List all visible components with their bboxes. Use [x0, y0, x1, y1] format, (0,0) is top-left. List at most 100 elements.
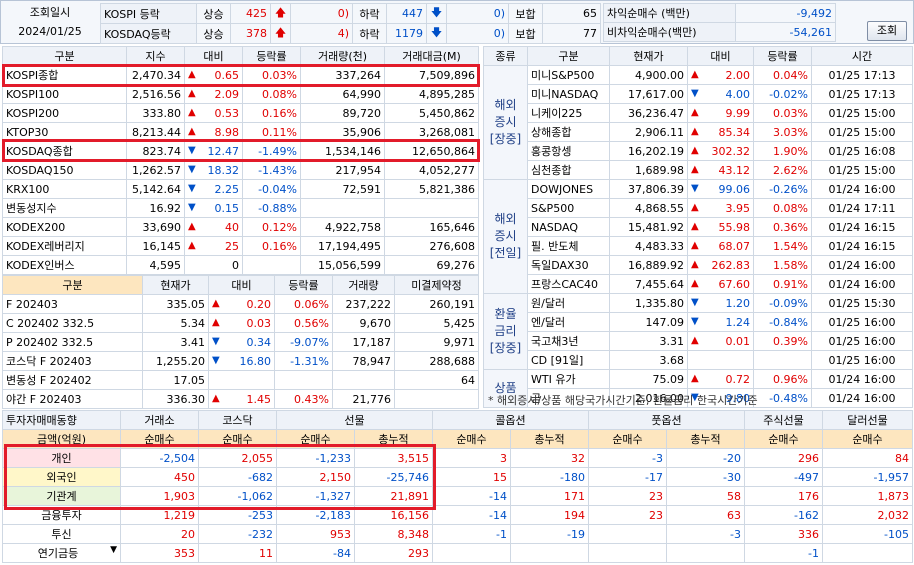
up-triangle-icon: ▲ — [691, 201, 699, 213]
down-label: 하락 — [352, 23, 387, 44]
overseas-row[interactable]: 해외 증시 [전일] DOWJONES 37,806.39 ▼ 99.06 -0.26% 01/… — [483, 179, 913, 294]
overseas-market-table: 종류 구분 현재가 대비 등락률 시간 해외 증시 [장중] 미니S&P500 4,900.00 ▲… — [483, 46, 913, 408]
up-triangle-icon: ▲ — [691, 334, 699, 346]
investor-row[interactable]: 금융투자 1,219 -253 -2,183 16,156 -14 194 23 63 -162 2… — [2, 505, 913, 525]
futures-change: ▲ 0.20 — [208, 294, 275, 314]
overseas-change: ▲ 68.07 — [687, 236, 754, 256]
overseas-pct: 1.58% — [753, 255, 812, 275]
overseas-value: 36,236.47 — [609, 103, 688, 123]
overseas-row[interactable]: 니케이225 36,236.47 ▲ 9.99 0.03% 01/25 15:00 — [484, 103, 913, 123]
index-header-cell: 지수 — [126, 46, 185, 66]
up-triangle-icon: ▲ — [691, 277, 699, 289]
futures-row[interactable]: 야간 F 202403 336.30 ▲ 1.45 0.43% 21,776 — [2, 389, 479, 409]
index-name: KOSPI종합 — [2, 65, 127, 85]
index-change: ▼ 18.32 — [184, 160, 243, 180]
investor-row[interactable]: 투신 20 -232 953 8,348 -1 -19 -3 336 -105 — [2, 524, 913, 544]
overseas-name: 필. 반도체 — [527, 236, 610, 256]
overseas-row[interactable]: 독일DAX30 16,889.92 ▲ 262.83 1.58% 01/24 16:00 — [484, 255, 913, 275]
futures-row[interactable]: C 202402 332.5 5.34 ▲ 0.03 0.56% 9,670 5,425 — [2, 313, 479, 333]
overseas-row[interactable]: CD [91일] 3.68 01/25 16:00 — [484, 350, 913, 370]
overseas-row[interactable]: 국고채3년 3.31 ▲ 0.01 0.39% 01/25 16:00 — [484, 331, 913, 351]
index-pct: 0.08% — [242, 84, 301, 104]
futures-row[interactable]: 코스닥 F 202403 1,255.20 ▼ 16.80 -1.31% 78,947 28… — [2, 351, 479, 371]
futures-open-interest: 64 — [394, 370, 479, 390]
down-triangle-icon: ▼ — [188, 163, 196, 175]
search-button[interactable]: 조회 — [867, 21, 907, 41]
flat-count: 65 — [542, 3, 601, 24]
index-name: KOSPI200 — [2, 103, 127, 123]
investor-subheader: 순매수 — [198, 429, 277, 449]
limit-up-count: 4) — [290, 23, 353, 44]
index-name: KRX100 — [2, 179, 127, 199]
overseas-row[interactable]: 미니NASDAQ 17,617.00 ▼ 4.00 -0.02% 01/25 17:13 — [484, 84, 913, 104]
index-row[interactable]: KODEX200 33,690 ▲ 40 0.12% 4,922,758 165,646 — [2, 217, 479, 237]
investor-row[interactable]: 기관계 1,903 -1,062 -1,327 21,891 -14 171 23 58 176 1… — [2, 486, 913, 506]
index-row[interactable]: KOSDAQ종합 823.74 ▼ 12.47 -1.49% 1,534,146 12,65… — [2, 141, 479, 161]
investor-value — [666, 543, 745, 563]
overseas-value: 1,335.80 — [609, 293, 688, 313]
index-row[interactable]: KODEX레버리지 16,145 ▲ 25 0.16% 17,194,495 276,608 — [2, 236, 479, 256]
overseas-time: 01/25 15:00 — [811, 160, 913, 180]
overseas-time: 01/25 15:00 — [811, 122, 913, 142]
investor-row[interactable]: 외국인 450 -682 2,150 -25,746 15 -180 -17 -30 -497 -1… — [2, 467, 913, 487]
overseas-name: 니케이225 — [527, 103, 610, 123]
index-amount: 69,276 — [384, 255, 479, 275]
overseas-header-cell: 시간 — [811, 46, 913, 66]
investor-value: 3 — [432, 448, 511, 468]
index-value: 823.74 — [126, 141, 185, 161]
overseas-time: 01/25 15:00 — [811, 103, 913, 123]
overseas-row[interactable]: 상품 WTI 유가 75.09 ▲ 0.72 0.96% 01/24 16:00 — [483, 369, 913, 408]
overseas-row[interactable]: 필. 반도체 4,483.33 ▲ 68.07 1.54% 01/24 16:15 — [484, 236, 913, 256]
down-label: 하락 — [352, 3, 387, 24]
overseas-change: ▲ 0.01 — [687, 331, 754, 351]
overseas-row[interactable]: 심천종합 1,689.98 ▲ 43.12 2.62% 01/25 15:00 — [484, 160, 913, 180]
up-triangle-icon: ▲ — [691, 144, 699, 156]
index-row[interactable]: KRX100 5,142.64 ▼ 2.25 -0.04% 72,591 5,821,386 — [2, 179, 479, 199]
overseas-row[interactable]: 해외 증시 [장중] 미니S&P500 4,900.00 ▲ 2.00 0.04% 01/25 … — [483, 65, 913, 180]
index-row[interactable]: KOSPI100 2,516.56 ▲ 2.09 0.08% 64,990 4,895,28… — [2, 84, 479, 104]
overseas-row[interactable]: 엔/달러 147.09 ▼ 1.24 -0.84% 01/25 16:00 — [484, 312, 913, 332]
overseas-change: ▲ 85.34 — [687, 122, 754, 142]
futures-row[interactable]: F 202403 335.05 ▲ 0.20 0.06% 237,222 260,191 — [2, 294, 479, 314]
futures-header-cell: 현재가 — [142, 275, 209, 295]
overseas-pct: 0.39% — [753, 331, 812, 351]
index-row[interactable]: KOSPI종합 2,470.34 ▲ 0.65 0.03% 337,264 7,509,89… — [2, 65, 479, 85]
overseas-row[interactable]: 환율 금리 [장중] 원/달러 1,335.80 ▼ 1.20 -0.09% 01/25 15:… — [483, 293, 913, 370]
advance-decline-row: KOSDAQ등락 상승 378 🡅 4) 하락 1179 🡇 0) 보합 77 — [100, 23, 601, 44]
overseas-row[interactable]: 홍콩항셍 16,202.19 ▲ 302.32 1.90% 01/25 16:08 — [484, 141, 913, 161]
investor-value: 353 — [120, 543, 199, 563]
index-row[interactable]: KOSDAQ150 1,262.57 ▼ 18.32 -1.43% 217,954 4,05… — [2, 160, 479, 180]
down-triangle-icon: ▼ — [691, 296, 699, 308]
investor-row[interactable]: 연기금등 ▼ 353 11 -84 293 -1 — [2, 543, 913, 563]
overseas-time: 01/25 16:08 — [811, 141, 913, 161]
investor-row[interactable]: 개인 -2,504 2,055 -1,233 3,515 3 32 -3 -20 296 84 — [2, 448, 913, 468]
index-pct — [242, 255, 301, 275]
overseas-change: ▲ 3.95 — [687, 198, 754, 218]
overseas-row[interactable]: NASDAQ 15,481.92 ▲ 55.98 0.36% 01/24 16:15 — [484, 217, 913, 237]
up-triangle-icon: ▲ — [691, 163, 699, 175]
futures-open-interest — [394, 389, 479, 409]
futures-row[interactable]: P 202402 332.5 3.41 ▼ 0.34 -9.07% 17,187 9,971 — [2, 332, 479, 352]
limit-down-count: 0) — [446, 23, 509, 44]
futures-row[interactable]: 변동성 F 202402 17.05 64 — [2, 370, 479, 390]
investor-name: 투신 — [2, 524, 121, 544]
overseas-row[interactable]: 프랑스CAC40 7,455.64 ▲ 67.60 0.91% 01/24 16:00 — [484, 274, 913, 294]
investor-value: 2,150 — [276, 467, 355, 487]
index-row[interactable]: KODEX인버스 4,595 0 15,056,599 69,276 — [2, 255, 479, 275]
overseas-row[interactable]: 상해종합 2,906.11 ▲ 85.34 3.03% 01/25 15:00 — [484, 122, 913, 142]
index-row[interactable]: 변동성지수 16.92 ▼ 0.15 -0.88% — [2, 198, 479, 218]
index-row[interactable]: KTOP30 8,213.44 ▲ 8.98 0.11% 35,906 3,268,081 — [2, 122, 479, 142]
investor-value — [822, 543, 913, 563]
index-row[interactable]: KOSPI200 333.80 ▲ 0.53 0.16% 89,720 5,450,862 — [2, 103, 479, 123]
index-value: 16.92 — [126, 198, 185, 218]
up-triangle-icon: ▲ — [188, 68, 196, 80]
overseas-group-label: 해외 증시 [장중] — [483, 65, 528, 180]
down-triangle-icon: ▼ — [212, 354, 220, 366]
dropdown-arrow-icon[interactable]: ▼ — [110, 545, 117, 555]
overseas-header-cell: 대비 — [687, 46, 754, 66]
overseas-change: ▲ 262.83 — [687, 255, 754, 275]
index-value: 8,213.44 — [126, 122, 185, 142]
investor-group-header: 거래소 — [120, 410, 199, 430]
overseas-row[interactable]: S&P500 4,868.55 ▲ 3.95 0.08% 01/24 17:11 — [484, 198, 913, 218]
overseas-value: 4,900.00 — [609, 65, 688, 85]
